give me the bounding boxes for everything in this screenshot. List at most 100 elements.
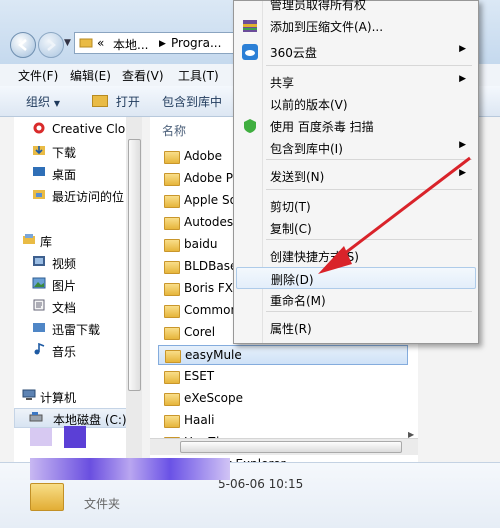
forward-button[interactable] bbox=[38, 32, 64, 58]
file-name: Haali bbox=[184, 413, 215, 427]
file-name: Boris FX, bbox=[184, 281, 237, 295]
folder-icon bbox=[164, 305, 180, 318]
context-menu-label: 重命名(M) bbox=[270, 294, 326, 308]
menu-view[interactable]: 查看(V) bbox=[122, 67, 164, 84]
file-row[interactable]: ESET bbox=[158, 367, 408, 387]
folder-icon bbox=[164, 195, 180, 208]
context-menu-item[interactable]: 添加到压缩文件(A)... bbox=[236, 15, 476, 37]
desktop-icon bbox=[32, 166, 46, 178]
context-menu-label: 属性(R) bbox=[270, 322, 312, 336]
folder-icon bbox=[164, 151, 180, 164]
menu-tools[interactable]: 工具(T) bbox=[178, 67, 219, 84]
context-menu-item[interactable]: 重命名(M) bbox=[236, 289, 476, 311]
open-label: 打开 bbox=[115, 95, 140, 109]
breadcrumb-local-disk[interactable]: 本地... bbox=[113, 36, 148, 53]
scroll-right-arrow-icon[interactable]: ▶ bbox=[408, 430, 418, 446]
open-button[interactable]: 打开 bbox=[92, 93, 140, 110]
file-name: Common bbox=[184, 303, 239, 317]
menu-edit[interactable]: 编辑(E) bbox=[70, 67, 111, 84]
back-arrow-icon bbox=[18, 39, 27, 51]
context-menu-item[interactable]: 属性(R) bbox=[236, 317, 476, 339]
column-header-name[interactable]: 名称 bbox=[162, 122, 186, 139]
nav-label: 图片 bbox=[52, 279, 77, 293]
folder-icon bbox=[164, 415, 180, 428]
details-type: 文件夹 bbox=[84, 497, 121, 511]
folder-icon bbox=[164, 283, 180, 296]
menu-separator bbox=[266, 311, 472, 312]
organize-button[interactable]: 组织 ▼ bbox=[26, 93, 60, 110]
xunlei-folder-icon bbox=[32, 321, 46, 333]
address-bar[interactable]: « 本地... ▶ Progra... bbox=[74, 32, 244, 54]
organize-label: 组织 bbox=[26, 95, 51, 109]
file-row[interactable]: Haali bbox=[158, 411, 408, 431]
baidu-antivirus-icon bbox=[242, 118, 258, 134]
folder-icon bbox=[79, 35, 93, 48]
recent-pages-dropdown-icon[interactable]: ▼ bbox=[64, 38, 71, 48]
nav-pane-scrollbar[interactable] bbox=[126, 117, 142, 477]
nav-label: 库 bbox=[40, 235, 53, 249]
folder-icon bbox=[164, 173, 180, 186]
file-name: BLDBase bbox=[184, 259, 238, 273]
include-in-library-button[interactable]: 包含到库中 bbox=[162, 93, 222, 110]
file-name: Autodesk bbox=[184, 215, 241, 229]
nav-label: 桌面 bbox=[52, 168, 77, 182]
folder-icon bbox=[164, 217, 180, 230]
nav-label: 音乐 bbox=[52, 345, 77, 359]
masked-region bbox=[64, 426, 86, 448]
nav-label: 下载 bbox=[52, 146, 77, 160]
breadcrumb-prefix[interactable]: « bbox=[97, 36, 104, 50]
nav-label: 迅雷下载 bbox=[52, 323, 101, 337]
selected-folder-thumbnail-icon bbox=[30, 483, 64, 511]
context-menu-label: 360云盘 bbox=[270, 46, 317, 60]
submenu-arrow-icon: ▶ bbox=[459, 44, 466, 54]
picture-library-icon bbox=[32, 277, 46, 289]
file-name: ESET bbox=[184, 369, 215, 383]
context-menu-item[interactable]: 共享 ▶ bbox=[236, 71, 476, 93]
annotation-arrow-icon bbox=[318, 156, 471, 274]
folder-icon bbox=[165, 350, 181, 363]
context-menu-item[interactable]: 360云盘 ▶ bbox=[236, 41, 476, 63]
nav-label: 文档 bbox=[52, 301, 77, 315]
submenu-arrow-icon: ▶ bbox=[459, 74, 466, 84]
local-disk-icon bbox=[29, 411, 43, 423]
menu-file[interactable]: 文件(F) bbox=[18, 67, 58, 84]
context-menu-item[interactable]: 以前的版本(V) bbox=[236, 93, 476, 115]
nav-label: 视频 bbox=[52, 257, 77, 271]
file-name: eXeScope bbox=[184, 391, 244, 405]
music-library-icon bbox=[32, 342, 46, 355]
back-button[interactable] bbox=[10, 32, 36, 58]
file-row[interactable]: eXeScope bbox=[158, 389, 408, 409]
file-name: baidu bbox=[184, 237, 218, 251]
horizontal-scrollbar-thumb[interactable] bbox=[180, 441, 402, 453]
file-row[interactable]: easyMule bbox=[158, 345, 408, 365]
open-folder-icon bbox=[92, 95, 108, 107]
recent-places-icon bbox=[32, 188, 46, 200]
nav-item-local-disk-c[interactable]: 本地磁盘 (C:) bbox=[14, 408, 142, 428]
masked-region bbox=[30, 428, 52, 446]
nav-label: Creative Clo bbox=[52, 122, 126, 136]
file-name: Corel bbox=[184, 325, 216, 339]
cloud-360-icon bbox=[242, 44, 258, 60]
nav-scrollbar-thumb[interactable] bbox=[128, 139, 141, 391]
context-menu-label: 共享 bbox=[270, 76, 295, 90]
menu-separator bbox=[266, 65, 472, 66]
video-library-icon bbox=[32, 255, 46, 267]
folder-icon bbox=[164, 261, 180, 274]
folder-icon bbox=[164, 371, 180, 384]
file-name: Apple So bbox=[184, 193, 237, 207]
submenu-arrow-icon: ▶ bbox=[459, 140, 466, 150]
context-menu-label: 使用 百度杀毒 扫描 bbox=[270, 120, 374, 134]
context-menu-label: 添加到压缩文件(A)... bbox=[270, 20, 384, 34]
file-name: Adobe bbox=[184, 149, 222, 163]
folder-icon bbox=[164, 393, 180, 406]
forward-arrow-icon bbox=[47, 39, 56, 51]
nav-label: 计算机 bbox=[40, 391, 77, 405]
include-label: 包含到库中 bbox=[162, 95, 223, 109]
context-menu-item[interactable]: 管理员取得所有权 bbox=[236, 0, 476, 15]
library-icon bbox=[22, 233, 36, 245]
folder-icon bbox=[164, 239, 180, 252]
context-menu-item[interactable]: 使用 百度杀毒 扫描 bbox=[236, 115, 476, 137]
details-date-modified: 5-06-06 10:15 bbox=[218, 477, 304, 491]
folder-icon bbox=[164, 327, 180, 340]
breadcrumb-program-files[interactable]: Progra... bbox=[171, 36, 221, 50]
